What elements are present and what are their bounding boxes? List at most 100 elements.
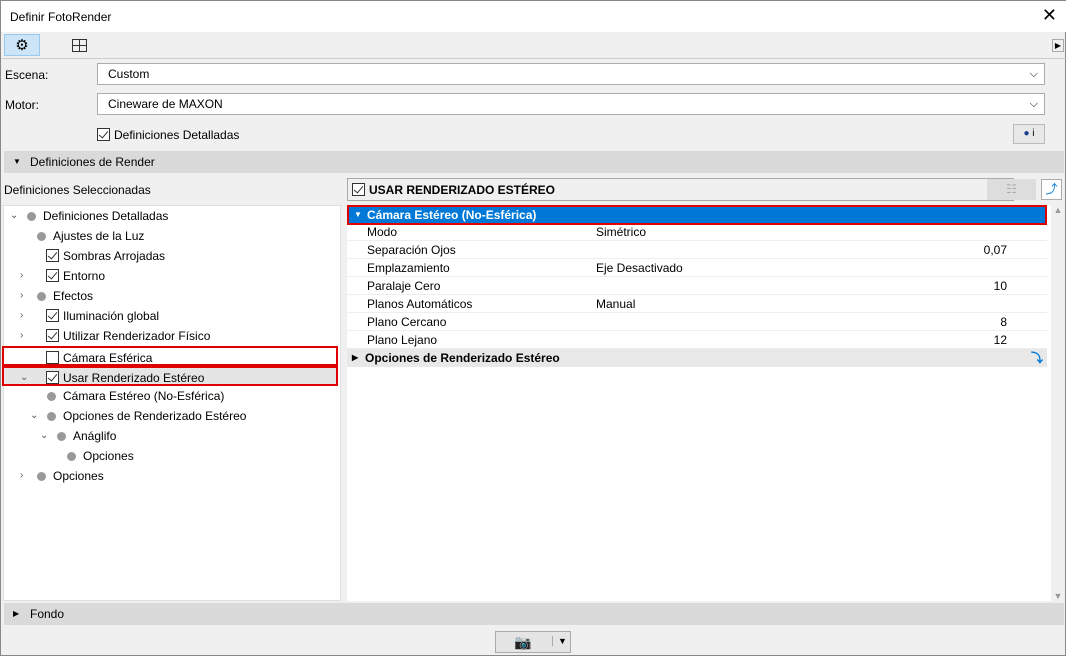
- scroll-down-icon[interactable]: ▼: [1051, 591, 1065, 601]
- tree-item-label: Entorno: [63, 269, 106, 283]
- settings-tab[interactable]: ⚙: [4, 34, 40, 56]
- tree-item-label: Opciones: [53, 469, 104, 483]
- property-name: Planos Automáticos: [367, 297, 473, 311]
- scrollbar[interactable]: ▲ ▼: [1051, 205, 1065, 601]
- title-bar: Definir FotoRender ✕: [1, 1, 1066, 32]
- group-title: Cámara Estéreo (No-Esférica): [367, 208, 537, 222]
- chevron-right-icon[interactable]: ›: [20, 286, 23, 306]
- group-header-stereo-options[interactable]: ▶ Opciones de Renderizado Estéreo ⤵: [347, 349, 1047, 367]
- engine-label: Motor:: [5, 98, 40, 112]
- detailed-label: Definiciones Detalladas: [114, 128, 240, 142]
- checkbox[interactable]: [46, 371, 59, 384]
- tree-item-label: Sombras Arrojadas: [63, 249, 166, 263]
- chevron-right-icon[interactable]: ›: [20, 266, 23, 286]
- property-row[interactable]: Separación Ojos 0,07: [347, 241, 1047, 259]
- property-row[interactable]: Plano Cercano 8: [347, 313, 1047, 331]
- chevron-down-icon: ⌵: [1029, 98, 1038, 110]
- tree-item[interactable]: ⌄ Anáglifo: [4, 426, 338, 446]
- tree-item[interactable]: › Opciones: [4, 466, 338, 486]
- chevron-down-icon: ⌵: [1029, 68, 1038, 80]
- chevron-down-icon[interactable]: ⌄: [30, 406, 38, 426]
- tree-item[interactable]: › Utilizar Renderizador Físico: [4, 326, 338, 346]
- window-title: Definir FotoRender: [10, 10, 112, 24]
- tree-item-label: Iluminación global: [63, 309, 160, 323]
- dot-icon: [37, 232, 46, 241]
- property-value[interactable]: Simétrico: [596, 223, 646, 241]
- checkbox[interactable]: [46, 249, 59, 262]
- tree-item[interactable]: › Efectos: [4, 286, 338, 306]
- render-section-header[interactable]: ▼ Definiciones de Render: [4, 151, 1064, 173]
- expand-button[interactable]: ▶: [1052, 39, 1064, 52]
- chevron-right-icon[interactable]: ›: [20, 326, 23, 346]
- panel-title: USAR RENDERIZADO ESTÉREO: [369, 183, 556, 197]
- tree-item[interactable]: › Entorno: [4, 266, 338, 286]
- close-icon[interactable]: ✕: [1042, 5, 1057, 26]
- tree-item-label: Opciones: [83, 449, 134, 463]
- property-row[interactable]: Plano Lejano 12: [347, 331, 1047, 349]
- chevron-right-icon[interactable]: ›: [20, 306, 23, 326]
- background-section-header[interactable]: ▶ Fondo: [4, 603, 1064, 625]
- dot-icon: [37, 472, 46, 481]
- info-button[interactable]: ● i: [1013, 124, 1045, 144]
- stereo-checkbox[interactable]: [352, 183, 365, 196]
- property-value[interactable]: Manual: [596, 295, 635, 313]
- engine-select[interactable]: Cineware de MAXON ⌵: [97, 93, 1045, 115]
- list-view-button[interactable]: ☷: [987, 179, 1036, 200]
- export-button[interactable]: ⤴: [1041, 179, 1062, 200]
- render-button[interactable]: 📷 ▼: [495, 631, 571, 653]
- detailed-checkbox[interactable]: [97, 128, 110, 141]
- properties-panel: ▼ Cámara Estéreo (No-Esférica) Modo Simét…: [347, 205, 1051, 601]
- panel-header: USAR RENDERIZADO ESTÉREO: [347, 178, 1014, 201]
- dropdown-arrow-icon[interactable]: ▼: [552, 636, 567, 646]
- property-value[interactable]: Eje Desactivado: [596, 259, 683, 277]
- tree-item[interactable]: Opciones: [4, 446, 338, 466]
- dot-icon: [57, 432, 66, 441]
- import-icon[interactable]: ⤵: [1031, 349, 1043, 367]
- layout-tab[interactable]: [61, 34, 97, 56]
- tree-item-label: Definiciones Detalladas: [43, 209, 169, 223]
- tree-item[interactable]: Cámara Estéreo (No-Esférica): [4, 386, 338, 406]
- dot-icon: [47, 412, 56, 421]
- property-name: Separación Ojos: [367, 243, 456, 257]
- triangle-right-icon: ▶: [13, 609, 20, 618]
- chevron-down-icon[interactable]: ⌄: [40, 426, 48, 446]
- property-row[interactable]: Paralaje Cero 10: [347, 277, 1047, 295]
- property-row[interactable]: Planos Automáticos Manual: [347, 295, 1047, 313]
- scene-label: Escena:: [5, 68, 49, 82]
- checkbox[interactable]: [46, 309, 59, 322]
- info-label: i: [1032, 128, 1035, 139]
- tree-item[interactable]: Cámara Esférica: [2, 346, 338, 366]
- property-number[interactable]: 0,07: [984, 241, 1007, 259]
- triangle-right-icon: ▶: [352, 353, 359, 362]
- tree-item[interactable]: Ajustes de la Luz: [4, 226, 338, 246]
- property-number[interactable]: 8: [1000, 313, 1007, 331]
- checkbox[interactable]: [46, 329, 59, 342]
- tree-item[interactable]: › Iluminación global: [4, 306, 338, 326]
- checkbox[interactable]: [46, 351, 59, 364]
- property-name: Plano Lejano: [367, 333, 438, 347]
- tree-item-label: Ajustes de la Luz: [53, 229, 145, 243]
- dot-icon: [37, 292, 46, 301]
- property-row[interactable]: Modo Simétrico: [347, 223, 1047, 241]
- tree-item-label: Efectos: [53, 289, 94, 303]
- property-number[interactable]: 12: [994, 331, 1007, 349]
- checkbox[interactable]: [46, 269, 59, 282]
- scene-value: Custom: [108, 67, 150, 81]
- tree-item[interactable]: ⌄ Definiciones Detalladas: [4, 206, 338, 226]
- chevron-right-icon[interactable]: ›: [20, 466, 23, 486]
- scene-select[interactable]: Custom ⌵: [97, 63, 1045, 85]
- tree-item[interactable]: ⌄ Usar Renderizado Estéreo: [2, 366, 338, 386]
- group-header-stereo-camera[interactable]: ▼ Cámara Estéreo (No-Esférica): [347, 205, 1047, 225]
- tree-item[interactable]: ⌄ Opciones de Renderizado Estéreo: [4, 406, 338, 426]
- tree-item-label: Anáglifo: [73, 429, 117, 443]
- property-number[interactable]: 10: [994, 277, 1007, 295]
- tree-item-label: Utilizar Renderizador Físico: [63, 329, 211, 343]
- property-row[interactable]: Emplazamiento Eje Desactivado: [347, 259, 1047, 277]
- chevron-down-icon[interactable]: ⌄: [20, 368, 28, 388]
- export-icon: ⤴: [1045, 182, 1058, 196]
- camera-icon: 📷: [514, 634, 532, 650]
- chevron-down-icon[interactable]: ⌄: [10, 206, 18, 226]
- tree-item[interactable]: Sombras Arrojadas: [4, 246, 338, 266]
- scroll-up-icon[interactable]: ▲: [1051, 205, 1065, 215]
- property-name: Modo: [367, 225, 398, 239]
